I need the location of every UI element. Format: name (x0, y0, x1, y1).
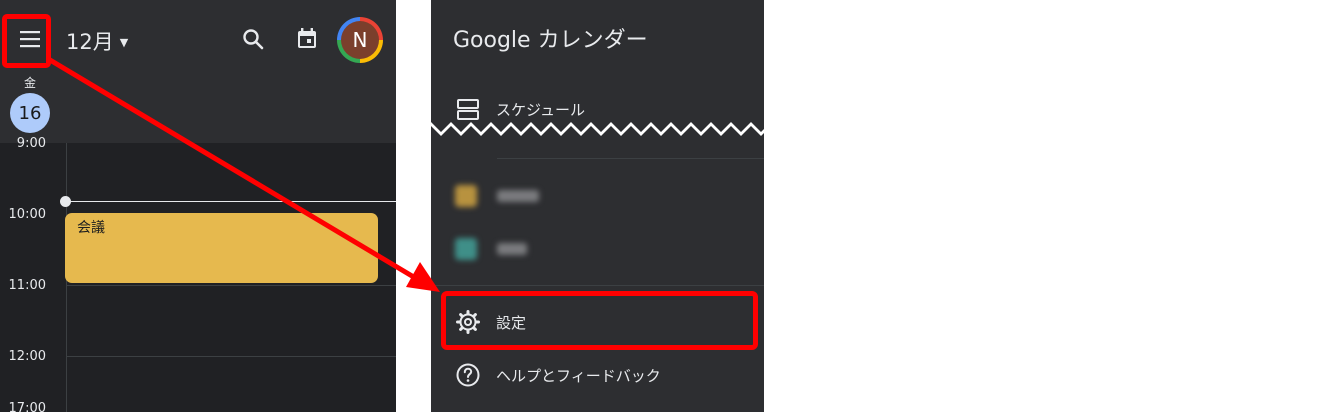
dropdown-caret-icon: ▼ (119, 35, 129, 49)
drawer-item-settings[interactable]: 設定 (431, 296, 764, 348)
calendar-today-icon (298, 28, 316, 48)
hour-gridline (66, 356, 396, 357)
calendar-name-blurred (497, 243, 527, 255)
search-icon (243, 29, 264, 50)
selected-date[interactable]: 16 (10, 93, 50, 133)
drawer-item-label: ヘルプとフィードバック (496, 366, 661, 385)
app-title: Google カレンダー (453, 28, 648, 53)
menu-button[interactable] (8, 18, 52, 60)
account-avatar[interactable]: N (337, 17, 383, 63)
time-label: 12:00 (8, 349, 46, 364)
gear-icon (455, 309, 481, 335)
current-time-line (66, 201, 396, 202)
help-icon (455, 362, 481, 388)
event-block[interactable]: 会議 (65, 213, 378, 283)
drawer-item-help[interactable]: ヘルプとフィードバック (431, 349, 764, 401)
drawer-item-label: 設定 (496, 313, 527, 332)
calendar-color-swatch (455, 238, 477, 260)
drawer-divider (431, 285, 764, 286)
drawer-divider (497, 158, 764, 159)
time-label: 10:00 (8, 207, 46, 222)
today-button[interactable] (292, 24, 322, 54)
time-label: 9:00 (16, 136, 46, 151)
navigation-drawer: Google カレンダー スケジュール 設定 ヘルプとフィードバック (431, 0, 764, 412)
calendar-header: 12月 ▼ N 金 16 (0, 0, 396, 143)
time-label: 17:00 (8, 401, 46, 412)
hamburger-menu-icon (20, 31, 40, 48)
calendar-day-view: 12月 ▼ N 金 16 9:00 10:00 11:00 12:00 17:0 (0, 0, 396, 412)
current-time-dot (60, 196, 71, 207)
event-title: 会議 (77, 220, 105, 236)
search-button[interactable] (238, 24, 268, 54)
hour-gridline (66, 285, 396, 286)
calendar-list-item[interactable] (455, 185, 539, 207)
time-label: 11:00 (8, 278, 46, 293)
calendar-list-item[interactable] (455, 238, 527, 260)
omission-zigzag (431, 122, 764, 136)
avatar-initial: N (341, 21, 379, 59)
month-label: 12月 (66, 30, 114, 54)
weekday-label: 金 (23, 76, 36, 90)
calendar-color-swatch (455, 185, 477, 207)
calendar-name-blurred (497, 190, 539, 202)
month-selector[interactable]: 12月 ▼ (66, 26, 128, 56)
